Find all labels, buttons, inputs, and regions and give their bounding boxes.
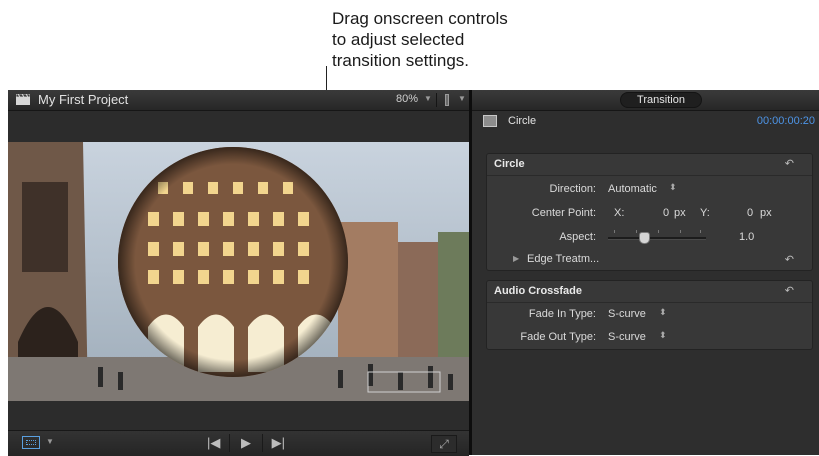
previous-icon[interactable]: |◀ (198, 434, 231, 452)
aspect-slider-knob[interactable] (638, 232, 650, 244)
popup-stepper-icon[interactable]: ⬍ (659, 330, 667, 341)
play-icon[interactable]: ▶ (230, 434, 263, 452)
chevron-down-icon[interactable]: ▼ (424, 94, 432, 103)
x-label: X: (614, 207, 625, 219)
y-value[interactable]: 0 (747, 207, 753, 219)
popup-stepper-icon[interactable]: ⬍ (669, 182, 677, 193)
group-title-circle: Circle (494, 158, 525, 170)
chevron-down-icon[interactable]: ▼ (46, 437, 54, 446)
audio-crossfade-group: Audio Crossfade ↶ Fade In Type: S-curve … (486, 280, 813, 350)
x-value[interactable]: 0 (663, 207, 669, 219)
callout-line-2: to adjust selected (332, 30, 465, 49)
disclosure-triangle-icon[interactable]: ▶ (513, 254, 519, 263)
callout-line-1: Drag onscreen controls (332, 9, 508, 28)
y-label: Y: (700, 207, 710, 219)
header-divider (436, 93, 437, 107)
reset-icon[interactable]: ↶ (785, 284, 794, 297)
clapper-icon (16, 94, 30, 105)
fade-out-label: Fade Out Type: (520, 331, 596, 343)
popup-stepper-icon[interactable]: ⬍ (659, 307, 667, 318)
group-title-audio-crossfade: Audio Crossfade (494, 285, 583, 297)
aspect-label: Aspect: (559, 231, 596, 243)
transition-duration[interactable]: 00:00:00:20 (757, 115, 815, 127)
callout-text: Drag onscreen controls to adjust selecte… (332, 8, 592, 71)
video-frame[interactable] (8, 142, 469, 401)
reset-icon[interactable]: ↶ (785, 253, 794, 266)
slider-tick (700, 230, 701, 233)
aspect-value[interactable]: 1.0 (739, 231, 754, 243)
viewer-panel: My First Project 80% ▼ ▼ ▼ |◀ ▶ ▶| ⤢ (8, 90, 469, 456)
edge-treatment-row[interactable]: ▶ Edge Treatm... ↶ (487, 248, 812, 272)
inspector-item-name: Circle (508, 115, 537, 127)
direction-label: Direction: (549, 183, 596, 195)
group-header: Audio Crossfade ↶ (487, 281, 812, 303)
audio-meter-icon[interactable] (445, 94, 449, 106)
group-header: Circle ↶ (487, 154, 812, 176)
x-unit: px (674, 207, 686, 219)
transition-icon (483, 115, 497, 127)
tab-transition[interactable]: Transition (620, 92, 702, 108)
video-frame-image (8, 142, 469, 401)
edge-treatment-label: Edge Treatm... (527, 253, 600, 265)
circle-parameters-group: Circle ↶ Direction: Automatic ⬍ Center P… (486, 153, 813, 271)
fullscreen-icon[interactable]: ⤢ (431, 435, 457, 453)
project-title: My First Project (38, 92, 129, 107)
slider-tick (680, 230, 681, 233)
chevron-down-icon[interactable]: ▼ (458, 94, 466, 103)
callout-line-3: transition settings. (332, 51, 470, 70)
direction-popup[interactable]: Automatic (608, 183, 657, 195)
transport-controls: |◀ ▶ ▶| (198, 434, 294, 454)
inspector-panel: Transition Circle 00:00:00:20 Circle ↶ D… (472, 90, 819, 455)
y-unit: px (760, 207, 772, 219)
inspector-header: Transition (472, 90, 819, 111)
slider-tick (636, 230, 637, 233)
zoom-level[interactable]: 80% (396, 93, 418, 105)
center-point-row: Center Point: X: 0 px Y: 0 px (487, 202, 812, 226)
fade-out-row: Fade Out Type: S-curve ⬍ (487, 326, 812, 350)
direction-row: Direction: Automatic ⬍ (487, 178, 812, 202)
slider-tick (614, 230, 615, 233)
aspect-slider[interactable] (608, 230, 706, 240)
reset-icon[interactable]: ↶ (785, 157, 794, 170)
viewer-footer: ▼ |◀ ▶ ▶| ⤢ (8, 430, 469, 456)
fade-out-popup[interactable]: S-curve (608, 331, 646, 343)
center-point-label: Center Point: (531, 207, 596, 219)
fade-in-popup[interactable]: S-curve (608, 308, 646, 320)
fade-in-row: Fade In Type: S-curve ⬍ (487, 303, 812, 327)
format-icon[interactable] (22, 436, 40, 449)
fade-in-label: Fade In Type: (528, 308, 596, 320)
slider-tick (658, 230, 659, 233)
aspect-row: Aspect: 1.0 (487, 226, 812, 250)
next-icon[interactable]: ▶| (263, 434, 294, 452)
viewer-header: My First Project 80% ▼ ▼ (8, 90, 469, 111)
inspector-item-row: Circle 00:00:00:20 (472, 111, 819, 137)
